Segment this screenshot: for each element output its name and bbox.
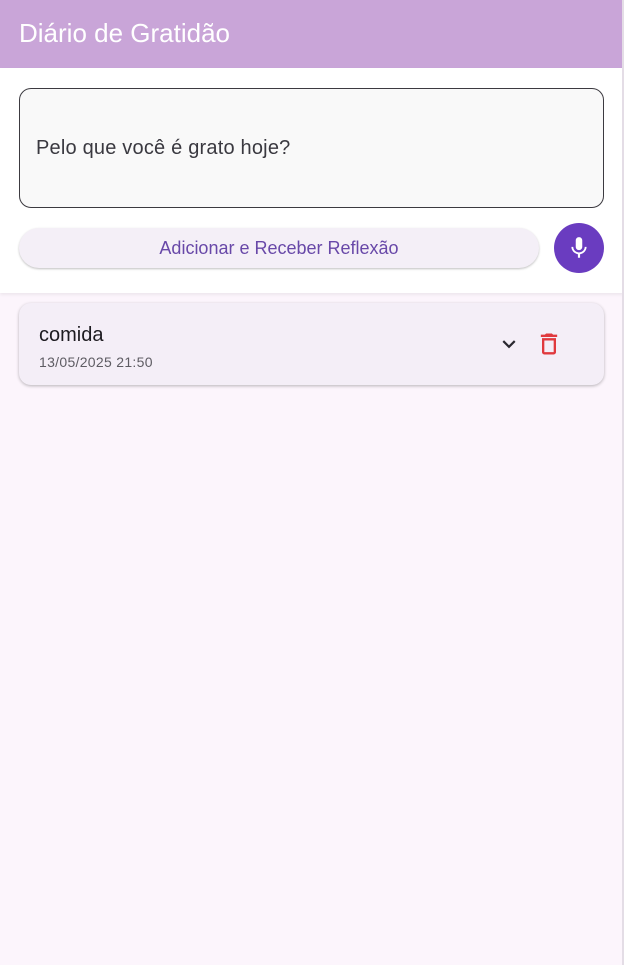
entry-date: 13/05/2025 21:50 — [39, 354, 153, 370]
mic-icon — [571, 237, 587, 258]
entry-title: comida — [39, 324, 104, 346]
entry-card[interactable]: comida 13/05/2025 21:50 — [19, 303, 604, 385]
mic-button[interactable] — [554, 223, 604, 273]
app-title: Diário de Gratidão — [19, 18, 230, 48]
input-panel: Adicionar e Receber Reflexão — [0, 68, 624, 293]
delete-button[interactable] — [535, 330, 563, 358]
gratitude-field[interactable] — [19, 88, 604, 208]
expand-button[interactable] — [495, 330, 523, 358]
add-and-reflect-button[interactable]: Adicionar e Receber Reflexão — [19, 228, 539, 268]
chevron-down-icon — [502, 340, 516, 349]
trash-icon — [540, 333, 558, 355]
app-bar: Diário de Gratidão — [0, 0, 624, 68]
gratitude-input[interactable] — [34, 89, 588, 208]
